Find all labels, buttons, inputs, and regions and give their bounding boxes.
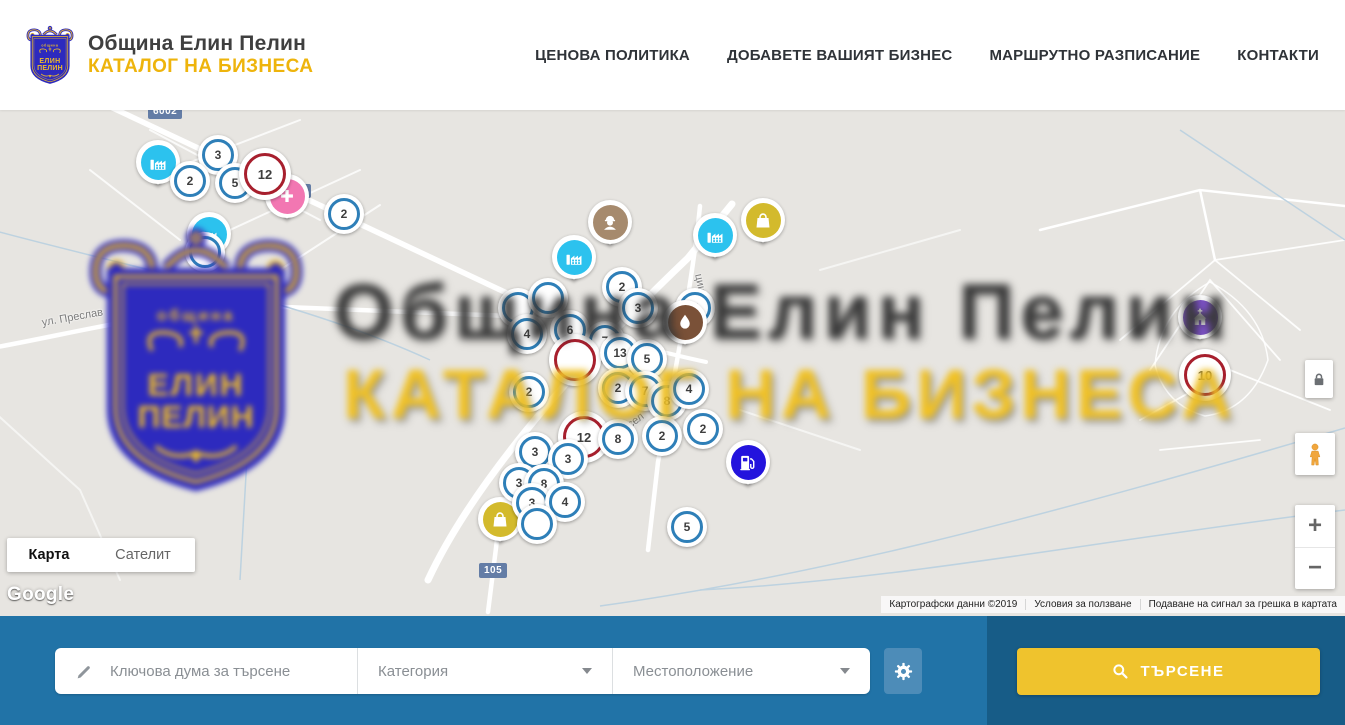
zoom-in-button[interactable]: + xyxy=(1295,505,1335,548)
gear-icon xyxy=(893,661,914,682)
bag-icon xyxy=(489,508,511,530)
advanced-settings-button[interactable] xyxy=(884,648,922,694)
road-badge: 6002 xyxy=(148,110,182,119)
site-logo[interactable]: община ЕЛИН ПЕЛИН Община Елин Пелин КАТА… xyxy=(24,22,313,88)
chevron-down-icon xyxy=(840,668,850,674)
keyword-input[interactable] xyxy=(108,662,342,681)
location-select[interactable]: Местоположение xyxy=(612,648,870,694)
search-button[interactable]: ТЪРСЕНЕ xyxy=(1017,648,1320,695)
svg-text:ПЕЛИН: ПЕЛИН xyxy=(137,399,254,435)
pin-marker-factory[interactable] xyxy=(693,213,737,265)
cluster-marker[interactable]: 2 xyxy=(324,194,364,234)
map-attribution: Картографски данни ©2019Условия за ползв… xyxy=(881,596,1345,613)
svg-text:ПЕЛИН: ПЕЛИН xyxy=(37,65,63,72)
location-placeholder: Местоположение xyxy=(633,663,753,680)
keyword-field[interactable] xyxy=(55,648,357,694)
watermark-emblem: община ЕЛИН ПЕЛИН xyxy=(72,210,320,510)
main-nav: ЦЕНОВА ПОЛИТИКА ДОБАВЕТЕ ВАШИЯТ БИЗНЕС МАР… xyxy=(535,47,1319,64)
site-title: Община Елин Пелин xyxy=(88,32,313,56)
watermark-title: Община Елин Пелин xyxy=(333,266,1232,357)
factory-icon xyxy=(704,224,726,246)
header: община ЕЛИН ПЕЛИН Община Елин Пелин КАТА… xyxy=(0,0,1345,110)
category-placeholder: Категория xyxy=(378,663,448,680)
site-subtitle: КАТАЛОГ НА БИЗНЕСА xyxy=(88,56,313,78)
bag-icon xyxy=(752,209,774,231)
road-badge: 105 xyxy=(479,563,507,578)
zoom-out-button[interactable]: − xyxy=(1295,548,1335,590)
pin-marker-fuel[interactable] xyxy=(726,440,770,492)
lock-icon xyxy=(1310,369,1328,389)
svg-text:ЕЛИН: ЕЛИН xyxy=(147,367,244,403)
svg-text:ЕЛИН: ЕЛИН xyxy=(39,58,60,65)
factory-icon xyxy=(563,246,585,268)
pegman-icon xyxy=(1303,441,1327,467)
search-icon xyxy=(1112,663,1129,680)
zoom-control: + − xyxy=(1295,505,1335,589)
map-type-satellite-button[interactable]: Сателит xyxy=(91,538,195,572)
svg-text:община: община xyxy=(41,43,58,47)
nav-item-1[interactable]: ЦЕНОВА ПОЛИТИКА xyxy=(535,47,690,64)
app: община ЕЛИН ПЕЛИН Община Елин Пелин КАТА… xyxy=(0,0,1345,725)
street-view-pegman-button[interactable] xyxy=(1295,433,1335,475)
search-button-label: ТЪРСЕНЕ xyxy=(1140,663,1224,680)
cluster-count: 12 xyxy=(239,148,291,200)
worker-icon xyxy=(599,211,621,233)
lock-control-button[interactable] xyxy=(1305,360,1333,398)
cluster-marker[interactable]: 5 xyxy=(667,507,707,547)
map-type-control: Карта Сателит xyxy=(7,538,195,572)
cluster-count: 2 xyxy=(324,194,364,234)
search-panel: Категория Местоположение xyxy=(0,616,1345,725)
attribution-text: Картографски данни ©2019 xyxy=(881,599,1025,610)
search-fields: Категория Местоположение xyxy=(55,648,870,694)
attribution-link[interactable]: Условия за ползване xyxy=(1025,599,1139,610)
attribution-link[interactable]: Подаване на сигнал за грешка в картата xyxy=(1140,599,1345,610)
cluster-marker[interactable]: 2 xyxy=(170,161,210,201)
pin-marker-bag[interactable] xyxy=(741,198,785,250)
category-select[interactable]: Категория xyxy=(357,648,612,694)
cluster-count: 5 xyxy=(667,507,707,547)
municipality-emblem-icon: община ЕЛИН ПЕЛИН xyxy=(24,22,76,88)
svg-text:община: община xyxy=(157,308,235,325)
nav-item-4[interactable]: КОНТАКТИ xyxy=(1237,47,1319,64)
map-type-map-button[interactable]: Карта xyxy=(7,538,91,572)
cluster-marker[interactable]: 12 xyxy=(239,148,291,200)
shield-graphic: община ЕЛИН ПЕЛИН xyxy=(24,22,76,88)
fuel-icon xyxy=(737,451,759,473)
cluster-count: 2 xyxy=(170,161,210,201)
cluster-count xyxy=(517,504,557,544)
watermark-subtitle: КАТАЛОГ НА БИЗНЕСА xyxy=(343,354,1237,434)
shield-graphic: община ЕЛИН ПЕЛИН xyxy=(72,210,320,510)
nav-item-2[interactable]: ДОБАВЕТЕ ВАШИЯТ БИЗНЕС xyxy=(727,47,952,64)
factory-icon xyxy=(147,151,169,173)
nav-item-3[interactable]: МАРШРУТНО РАЗПИСАНИЕ xyxy=(989,47,1200,64)
cluster-marker[interactable] xyxy=(517,504,557,544)
google-logo[interactable]: Google xyxy=(7,584,74,606)
pencil-icon xyxy=(75,662,94,681)
map-canvas[interactable]: ул. Преславбул. „Новоселции“6002105 xyxy=(0,110,1345,616)
chevron-down-icon xyxy=(582,668,592,674)
